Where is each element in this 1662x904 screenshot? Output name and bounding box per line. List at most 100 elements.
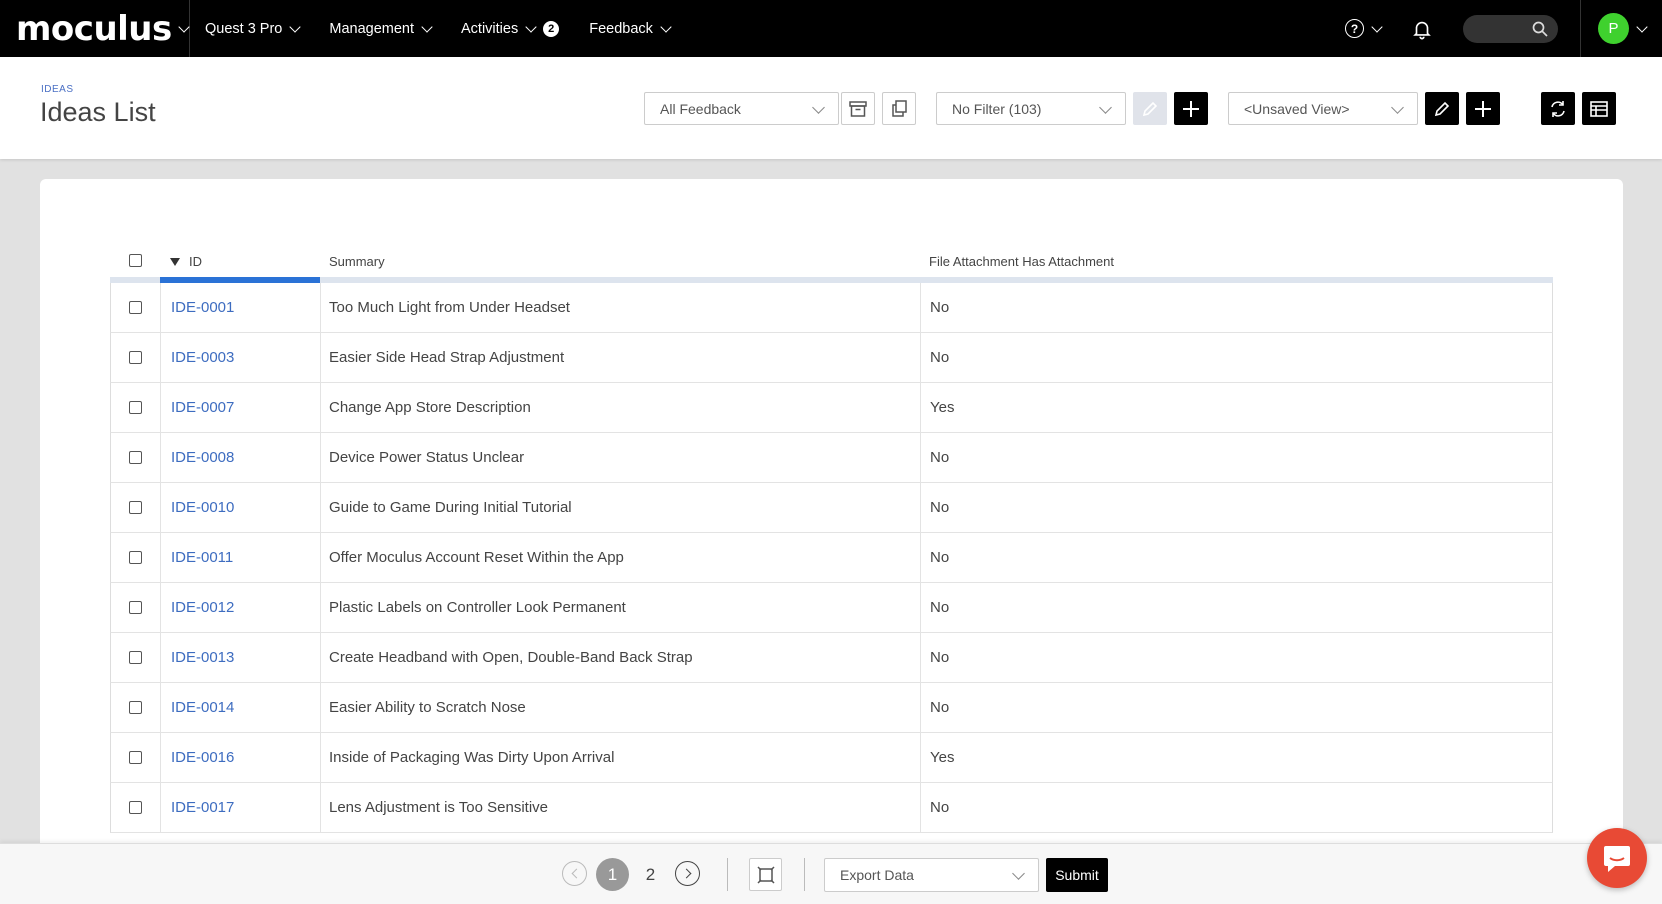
search-input[interactable] bbox=[1463, 14, 1558, 43]
attachment-value: No bbox=[930, 699, 950, 716]
table-row[interactable]: IDE-0016 Inside of Packaging Was Dirty Up… bbox=[110, 733, 1553, 783]
row-checkbox[interactable] bbox=[129, 401, 142, 414]
archive-button[interactable] bbox=[841, 92, 875, 125]
table-row[interactable]: IDE-0003 Easier Side Head Strap Adjustmen… bbox=[110, 333, 1553, 383]
table-row[interactable]: IDE-0010 Guide to Game During Initial Tut… bbox=[110, 483, 1553, 533]
brand-logo: moculus bbox=[16, 8, 172, 49]
idea-id-link[interactable]: IDE-0008 bbox=[161, 433, 321, 482]
row-checkbox-cell bbox=[111, 283, 161, 332]
row-checkbox[interactable] bbox=[129, 801, 142, 814]
chevron-down-icon bbox=[1371, 20, 1383, 33]
bell-icon[interactable] bbox=[1411, 18, 1433, 40]
refresh-button[interactable] bbox=[1541, 92, 1575, 125]
table-row[interactable]: IDE-0017 Lens Adjustment is Too Sensitive… bbox=[110, 783, 1553, 833]
copy-button[interactable] bbox=[882, 92, 916, 125]
idea-summary: Easier Side Head Strap Adjustment bbox=[321, 333, 921, 382]
row-checkbox[interactable] bbox=[129, 601, 142, 614]
checkbox[interactable] bbox=[129, 254, 142, 267]
bottom-toolbar: 1 2 Export Data Submit bbox=[0, 843, 1662, 904]
filter-select[interactable]: No Filter (103) bbox=[936, 92, 1126, 125]
chevron-left-icon bbox=[571, 868, 581, 879]
chat-button[interactable] bbox=[1587, 828, 1647, 888]
nav-item-product[interactable]: Quest 3 Pro bbox=[190, 0, 314, 57]
table-row[interactable]: IDE-0014 Easier Ability to Scratch Nose No bbox=[110, 683, 1553, 733]
edit-view-button[interactable] bbox=[1425, 92, 1459, 125]
nav-item-feedback[interactable]: Feedback bbox=[574, 0, 685, 57]
view-select[interactable]: <Unsaved View> bbox=[1228, 92, 1418, 125]
idea-id-link[interactable]: IDE-0007 bbox=[161, 383, 321, 432]
idea-id-link[interactable]: IDE-0016 bbox=[161, 733, 321, 782]
idea-id-link[interactable]: IDE-0010 bbox=[161, 483, 321, 532]
select-all-checkbox[interactable] bbox=[129, 254, 142, 267]
idea-id-link[interactable]: IDE-0012 bbox=[161, 583, 321, 632]
filter-select-value: No Filter (103) bbox=[952, 100, 1042, 117]
table-row[interactable]: IDE-0001 Too Much Light from Under Headse… bbox=[110, 283, 1553, 333]
column-header-attachment[interactable]: File Attachment Has Attachment bbox=[929, 254, 1114, 269]
idea-summary: Offer Moculus Account Reset Within the A… bbox=[321, 533, 921, 582]
row-checkbox-cell bbox=[111, 683, 161, 732]
feedback-select[interactable]: All Feedback bbox=[644, 92, 839, 125]
help-menu[interactable]: ? bbox=[1345, 19, 1383, 38]
row-checkbox[interactable] bbox=[129, 751, 142, 764]
table-view-button[interactable] bbox=[1582, 92, 1616, 125]
expand-icon bbox=[756, 865, 775, 884]
fit-columns-button[interactable] bbox=[749, 858, 782, 891]
help-icon: ? bbox=[1345, 19, 1364, 38]
attachment-value: Yes bbox=[930, 399, 955, 416]
column-header-id[interactable]: ID bbox=[170, 254, 202, 269]
table-row[interactable]: IDE-0013 Create Headband with Open, Doubl… bbox=[110, 633, 1553, 683]
divider bbox=[727, 858, 728, 891]
idea-summary: Device Power Status Unclear bbox=[321, 433, 921, 482]
content-card: ID Summary File Attachment Has Attachmen… bbox=[40, 179, 1623, 904]
idea-id-link[interactable]: IDE-0017 bbox=[161, 783, 321, 832]
submit-button[interactable]: Submit bbox=[1046, 858, 1108, 892]
add-filter-button[interactable] bbox=[1174, 92, 1208, 125]
pencil-icon bbox=[1142, 101, 1158, 116]
next-page-button[interactable] bbox=[675, 861, 700, 886]
edit-filter-button[interactable] bbox=[1133, 92, 1167, 125]
attachment-value: No bbox=[930, 299, 950, 316]
nav-item-label: Feedback bbox=[589, 20, 653, 37]
export-select[interactable]: Export Data bbox=[824, 858, 1039, 892]
brand-menu[interactable]: moculus bbox=[0, 0, 190, 57]
nav-item-label: Management bbox=[329, 20, 415, 37]
idea-summary: Plastic Labels on Controller Look Perman… bbox=[321, 583, 921, 632]
user-menu[interactable]: P bbox=[1580, 0, 1662, 57]
ideas-table: ID Summary File Attachment Has Attachmen… bbox=[110, 244, 1553, 833]
idea-id-link[interactable]: IDE-0014 bbox=[161, 683, 321, 732]
row-checkbox[interactable] bbox=[129, 451, 142, 464]
attachment-value: No bbox=[930, 799, 950, 816]
row-checkbox-cell bbox=[111, 483, 161, 532]
prev-page-button[interactable] bbox=[562, 861, 587, 886]
sort-desc-icon bbox=[170, 258, 180, 266]
row-checkbox[interactable] bbox=[129, 501, 142, 514]
chevron-down-icon bbox=[289, 20, 302, 33]
add-view-button[interactable] bbox=[1466, 92, 1500, 125]
row-checkbox-cell bbox=[111, 733, 161, 782]
nav-item-management[interactable]: Management bbox=[314, 0, 446, 57]
idea-id-link[interactable]: IDE-0001 bbox=[161, 283, 321, 332]
table-row[interactable]: IDE-0008 Device Power Status Unclear No bbox=[110, 433, 1553, 483]
nav-item-activities[interactable]: Activities 2 bbox=[446, 0, 574, 57]
page-title: Ideas List bbox=[40, 97, 156, 127]
page-button-2[interactable]: 2 bbox=[634, 858, 667, 891]
row-checkbox[interactable] bbox=[129, 551, 142, 564]
breadcrumb[interactable]: IDEAS bbox=[41, 84, 74, 95]
chevron-down-icon bbox=[1636, 20, 1648, 33]
column-header-label: File Attachment Has Attachment bbox=[929, 254, 1114, 269]
table-row[interactable]: IDE-0012 Plastic Labels on Controller Loo… bbox=[110, 583, 1553, 633]
row-checkbox[interactable] bbox=[129, 351, 142, 364]
table-row[interactable]: IDE-0011 Offer Moculus Account Reset With… bbox=[110, 533, 1553, 583]
column-header-summary[interactable]: Summary bbox=[329, 254, 385, 269]
chevron-down-icon bbox=[1012, 867, 1025, 880]
row-checkbox[interactable] bbox=[129, 301, 142, 314]
idea-id-link[interactable]: IDE-0003 bbox=[161, 333, 321, 382]
chevron-down-icon bbox=[421, 20, 433, 33]
table-row[interactable]: IDE-0007 Change App Store Description Yes bbox=[110, 383, 1553, 433]
page-button-1[interactable]: 1 bbox=[596, 858, 629, 891]
row-checkbox[interactable] bbox=[129, 651, 142, 664]
row-checkbox[interactable] bbox=[129, 701, 142, 714]
idea-id-link[interactable]: IDE-0011 bbox=[161, 533, 321, 582]
idea-id-link[interactable]: IDE-0013 bbox=[161, 633, 321, 682]
idea-summary: Create Headband with Open, Double-Band B… bbox=[321, 633, 921, 682]
